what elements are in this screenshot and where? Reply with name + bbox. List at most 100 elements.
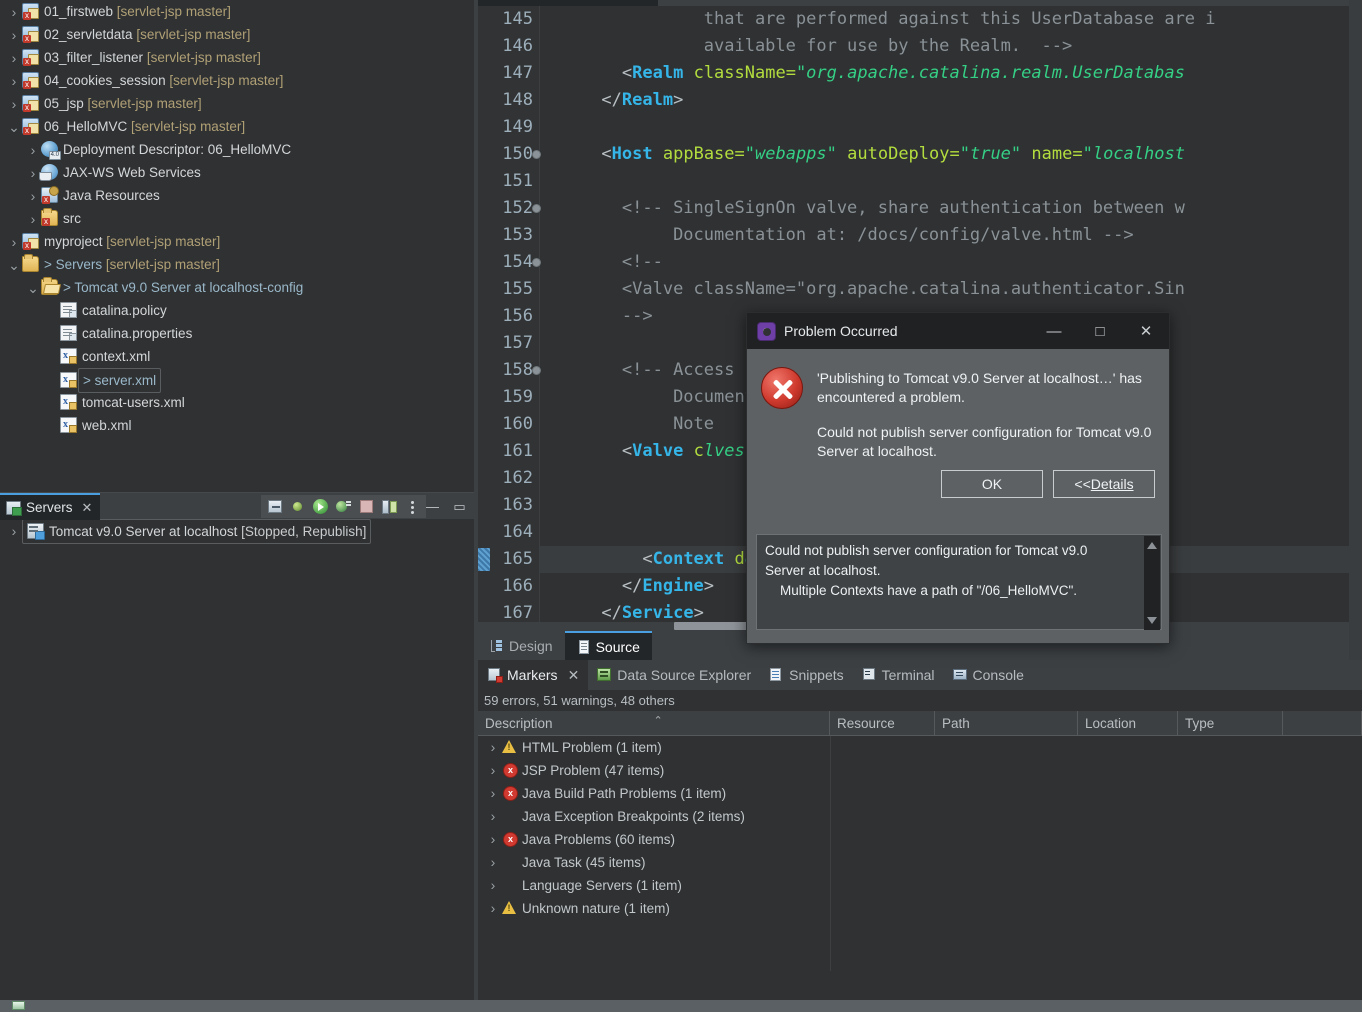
marker-row[interactable]: › Unknown nature (1 item) bbox=[478, 897, 1362, 920]
chevron-down-icon[interactable]: ⌄ bbox=[6, 119, 22, 135]
debug-icon[interactable] bbox=[287, 496, 308, 517]
code-line[interactable]: <Host appBase="webapps" autoDeploy="true… bbox=[540, 141, 1362, 168]
code-line[interactable] bbox=[540, 168, 1362, 195]
dialog-details-panel[interactable]: Could not publish server configuration f… bbox=[756, 534, 1162, 630]
code-line[interactable]: that are performed against this UserData… bbox=[540, 6, 1362, 33]
marker-row[interactable]: › JSP Problem (47 items) bbox=[478, 759, 1362, 782]
code-line[interactable] bbox=[540, 114, 1362, 141]
servers-list[interactable]: › Tomcat v9.0 Server at localhost [Stoppe… bbox=[0, 519, 474, 544]
project-explorer-tree[interactable]: › 01_firstweb [servlet-jsp master] › 02_ser… bbox=[0, 0, 474, 492]
column-header-path[interactable]: Path bbox=[935, 711, 1078, 736]
minimize-icon[interactable]: — bbox=[1031, 313, 1077, 349]
close-icon[interactable]: ✕ bbox=[82, 500, 93, 516]
column-header-resource[interactable]: Resource bbox=[830, 711, 935, 736]
start-icon[interactable] bbox=[310, 496, 331, 517]
chevron-down-icon[interactable]: ⌄ bbox=[6, 257, 22, 273]
chevron-right-icon[interactable]: › bbox=[25, 208, 41, 231]
tree-item-05-jsp[interactable]: › 05_jsp [servlet-jsp master] bbox=[0, 92, 474, 115]
publish-icon[interactable] bbox=[379, 496, 400, 517]
marker-row[interactable]: › Java Exception Breakpoints (2 items) bbox=[478, 805, 1362, 828]
stop-icon[interactable] bbox=[356, 496, 377, 517]
chevron-right-icon[interactable]: › bbox=[484, 828, 502, 851]
tab-terminal[interactable]: Terminal bbox=[853, 660, 944, 690]
tree-item-03-filter-listener[interactable]: › 03_filter_listener [servlet-jsp master] bbox=[0, 46, 474, 69]
code-line[interactable]: <!-- SingleSignOn valve, share authentic… bbox=[540, 195, 1362, 222]
marker-row[interactable]: › Java Task (45 items) bbox=[478, 851, 1362, 874]
server-list-item[interactable]: › Tomcat v9.0 Server at localhost [Stoppe… bbox=[0, 519, 474, 544]
chevron-right-icon[interactable]: › bbox=[484, 897, 502, 920]
chevron-right-icon[interactable]: › bbox=[25, 139, 41, 162]
maximize-view-icon[interactable]: ▭ bbox=[449, 496, 470, 517]
chevron-right-icon[interactable]: › bbox=[484, 736, 502, 759]
tab-data-source-explorer[interactable]: Data Source Explorer bbox=[588, 660, 760, 690]
chevron-right-icon[interactable]: › bbox=[6, 1, 22, 24]
chevron-right-icon[interactable]: › bbox=[6, 70, 22, 93]
tree-item-deployment-descriptor-06-hellomvc[interactable]: › Deployment Descriptor: 06_HelloMVC bbox=[0, 138, 474, 161]
tree-item-01-firstweb[interactable]: › 01_firstweb [servlet-jsp master] bbox=[0, 0, 474, 23]
column-header-location[interactable]: Location bbox=[1078, 711, 1178, 736]
column-header-description[interactable]: Description ⌃ bbox=[478, 711, 830, 736]
tab-console[interactable]: Console bbox=[944, 660, 1033, 690]
scroll-up-arrow-icon[interactable] bbox=[1147, 542, 1157, 549]
minimize-view-icon[interactable]: — bbox=[422, 496, 443, 517]
details-button[interactable]: << Details bbox=[1053, 470, 1155, 498]
tab-servers[interactable]: Servers ✕ bbox=[0, 493, 101, 520]
markers-rows[interactable]: › HTML Problem (1 item) › JSP Problem (47 i… bbox=[478, 736, 1362, 920]
column-header-type[interactable]: Type bbox=[1178, 711, 1283, 736]
chevron-right-icon[interactable]: › bbox=[25, 185, 41, 208]
chevron-right-icon[interactable]: › bbox=[484, 805, 502, 828]
code-line[interactable]: Documentation at: /docs/config/valve.htm… bbox=[540, 222, 1362, 249]
scroll-down-arrow-icon[interactable] bbox=[1147, 617, 1157, 624]
chevron-right-icon[interactable]: › bbox=[6, 24, 22, 47]
tree-item-catalina-policy[interactable]: catalina.policy bbox=[0, 299, 474, 322]
tree-item-web-xml[interactable]: web.xml bbox=[0, 414, 474, 437]
chevron-down-icon[interactable]: ⌄ bbox=[25, 280, 41, 296]
chevron-right-icon[interactable]: › bbox=[6, 520, 22, 543]
code-line[interactable]: available for use by the Realm. --> bbox=[540, 33, 1362, 60]
dialog-titlebar[interactable]: Problem Occurred — □ ✕ bbox=[747, 313, 1169, 349]
column-header-blank[interactable] bbox=[1283, 711, 1362, 736]
chevron-right-icon[interactable]: › bbox=[484, 874, 502, 897]
tab-snippets[interactable]: Snippets bbox=[760, 660, 852, 690]
tree-item-context-xml[interactable]: context.xml bbox=[0, 345, 474, 368]
markers-table-body[interactable]: › HTML Problem (1 item) › JSP Problem (47 i… bbox=[478, 736, 1362, 971]
tree-item-06-hellomvc[interactable]: ⌄ 06_HelloMVC [servlet-jsp master] bbox=[0, 115, 474, 138]
tree-item-src[interactable]: › src bbox=[0, 207, 474, 230]
close-icon[interactable]: ✕ bbox=[1123, 313, 1169, 349]
ok-button[interactable]: OK bbox=[941, 470, 1043, 498]
marker-row[interactable]: › Language Servers (1 item) bbox=[478, 874, 1362, 897]
chevron-right-icon[interactable]: › bbox=[6, 93, 22, 116]
collapse-all-icon[interactable] bbox=[264, 496, 285, 517]
chevron-right-icon[interactable]: › bbox=[6, 231, 22, 254]
chevron-right-icon[interactable]: › bbox=[484, 759, 502, 782]
tree-item-java-resources[interactable]: › Java Resources bbox=[0, 184, 474, 207]
tree-item-02-servletdata[interactable]: › 02_servletdata [servlet-jsp master] bbox=[0, 23, 474, 46]
chevron-right-icon[interactable]: › bbox=[484, 851, 502, 874]
code-line[interactable]: <Realm className="org.apache.catalina.re… bbox=[540, 60, 1362, 87]
code-line[interactable]: <Valve className="org.apache.catalina.au… bbox=[540, 276, 1362, 303]
marker-row[interactable]: › HTML Problem (1 item) bbox=[478, 736, 1362, 759]
tree-item-tomcat-users-xml[interactable]: tomcat-users.xml bbox=[0, 391, 474, 414]
tree-item-jax-ws-web-services[interactable]: › JAX-WS Web Services bbox=[0, 161, 474, 184]
tree-item-servers[interactable]: ⌄ > Servers [servlet-jsp master] bbox=[0, 253, 474, 276]
tree-item-server-xml[interactable]: > server.xml bbox=[0, 368, 474, 393]
code-line[interactable]: </Realm> bbox=[540, 87, 1362, 114]
chevron-right-icon[interactable]: › bbox=[6, 47, 22, 70]
problem-occurred-dialog[interactable]: Problem Occurred — □ ✕ 'Publishing to To… bbox=[746, 312, 1170, 644]
marker-row[interactable]: › Java Build Path Problems (1 item) bbox=[478, 782, 1362, 805]
tree-item-catalina-properties[interactable]: catalina.properties bbox=[0, 322, 474, 345]
tab-source[interactable]: Source bbox=[564, 631, 652, 660]
code-line[interactable]: <!-- bbox=[540, 249, 1362, 276]
tree-item-tomcat-v9-0-server-at-localhost-config[interactable]: ⌄ > Tomcat v9.0 Server at localhost-confi… bbox=[0, 276, 474, 299]
close-icon[interactable]: ✕ bbox=[568, 667, 580, 684]
tree-item-04-cookies-session[interactable]: › 04_cookies_session [servlet-jsp master] bbox=[0, 69, 474, 92]
chevron-right-icon[interactable]: › bbox=[484, 782, 502, 805]
dialog-details-scrollbar[interactable] bbox=[1144, 536, 1160, 630]
tab-markers[interactable]: Markers ✕ bbox=[478, 660, 589, 690]
tab-design[interactable]: Design bbox=[478, 631, 565, 660]
profile-icon[interactable] bbox=[333, 496, 354, 517]
tree-item-myproject[interactable]: › myproject [servlet-jsp master] bbox=[0, 230, 474, 253]
marker-row[interactable]: › Java Problems (60 items) bbox=[478, 828, 1362, 851]
view-menu-icon[interactable] bbox=[402, 496, 423, 517]
maximize-icon[interactable]: □ bbox=[1077, 313, 1123, 349]
